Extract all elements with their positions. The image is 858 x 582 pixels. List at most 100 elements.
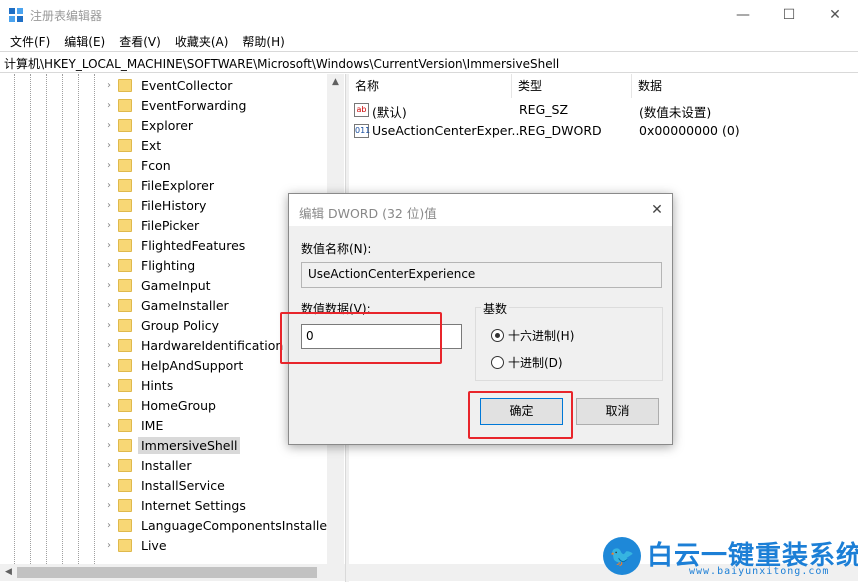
tree-item-label: GameInstaller bbox=[141, 297, 229, 313]
radio-decimal[interactable]: 十进制(D) bbox=[491, 354, 563, 370]
chevron-right-icon[interactable]: › bbox=[102, 340, 116, 351]
folder-icon bbox=[118, 138, 132, 152]
chevron-right-icon[interactable]: › bbox=[102, 520, 116, 531]
tree-item[interactable]: › FileExplorer bbox=[102, 175, 217, 195]
window-title: 注册表编辑器 bbox=[30, 9, 103, 23]
tree-item[interactable]: › LanguageComponentsInstaller bbox=[102, 515, 335, 535]
base-label: 基数 bbox=[481, 300, 510, 317]
menu-file[interactable]: 文件(F) bbox=[6, 30, 54, 50]
tree-item[interactable]: › FileHistory bbox=[102, 195, 209, 215]
tree-item[interactable]: › EventCollector bbox=[102, 75, 235, 95]
tree-guide-line bbox=[78, 74, 79, 564]
tree-item-label: HomeGroup bbox=[141, 397, 216, 413]
chevron-right-icon[interactable]: › bbox=[102, 540, 116, 551]
dialog-close-button[interactable]: ✕ bbox=[647, 200, 667, 220]
column-header-name[interactable]: 名称 bbox=[349, 74, 512, 98]
radio-hexadecimal[interactable]: 十六进制(H) bbox=[491, 327, 574, 343]
chevron-right-icon[interactable]: › bbox=[102, 80, 116, 91]
tree-item[interactable]: › Explorer bbox=[102, 115, 196, 135]
folder-icon bbox=[118, 118, 132, 132]
highlight-value-data-box bbox=[280, 312, 442, 364]
chevron-right-icon[interactable]: › bbox=[102, 460, 116, 471]
column-header-type[interactable]: 类型 bbox=[512, 74, 632, 98]
tree-item[interactable]: › FilePicker bbox=[102, 215, 202, 235]
tree-item[interactable]: › Flighting bbox=[102, 255, 198, 275]
tree-item[interactable]: › InstallService bbox=[102, 475, 228, 495]
tree-item[interactable]: › Fcon bbox=[102, 155, 174, 175]
folder-icon bbox=[118, 78, 132, 92]
menu-bar: 文件(F) 编辑(E) 查看(V) 收藏夹(A) 帮助(H) bbox=[0, 30, 858, 50]
chevron-right-icon[interactable]: › bbox=[102, 160, 116, 171]
tree-item[interactable]: › Internet Settings bbox=[102, 495, 249, 515]
tree-horizontal-scroll-thumb[interactable] bbox=[17, 567, 317, 578]
folder-icon bbox=[118, 358, 132, 372]
folder-icon bbox=[118, 418, 132, 432]
menu-edit[interactable]: 编辑(E) bbox=[60, 30, 109, 50]
tree-item[interactable]: › EventForwarding bbox=[102, 95, 249, 115]
scroll-left-arrow-icon[interactable]: ◀ bbox=[0, 564, 17, 581]
tree-item[interactable]: › Live bbox=[102, 535, 170, 555]
folder-icon bbox=[118, 538, 132, 552]
value-row-useactioncenter[interactable]: 011 UseActionCenterExper... REG_DWORD 0x… bbox=[349, 121, 858, 141]
chevron-right-icon[interactable]: › bbox=[102, 240, 116, 251]
minimize-button[interactable]: — bbox=[720, 0, 766, 30]
value-row-default[interactable]: ab (默认) REG_SZ (数值未设置) bbox=[349, 100, 858, 120]
chevron-right-icon[interactable]: › bbox=[102, 300, 116, 311]
scroll-up-arrow-icon[interactable]: ▲ bbox=[327, 74, 344, 91]
column-header-data[interactable]: 数据 bbox=[632, 74, 858, 98]
tree-item-label: FileHistory bbox=[141, 197, 207, 213]
chevron-right-icon[interactable]: › bbox=[102, 260, 116, 271]
chevron-right-icon[interactable]: › bbox=[102, 140, 116, 151]
chevron-right-icon[interactable]: › bbox=[102, 360, 116, 371]
radio-unchecked-icon[interactable] bbox=[491, 355, 504, 369]
tree-item-label: Installer bbox=[141, 457, 192, 473]
tree-item-label: Flighting bbox=[141, 257, 196, 273]
chevron-right-icon[interactable]: › bbox=[102, 220, 116, 231]
radio-checked-icon[interactable] bbox=[491, 328, 504, 342]
chevron-right-icon[interactable]: › bbox=[102, 380, 116, 391]
regedit-icon bbox=[9, 8, 23, 22]
address-bar[interactable]: 计算机\HKEY_LOCAL_MACHINE\SOFTWARE\Microsof… bbox=[0, 51, 858, 73]
folder-icon bbox=[118, 158, 132, 172]
chevron-right-icon[interactable]: › bbox=[102, 480, 116, 491]
tree-item-label: Hints bbox=[141, 377, 174, 393]
tree-item[interactable]: › Hints bbox=[102, 375, 176, 395]
tree-item[interactable]: › ImmersiveShell bbox=[102, 435, 241, 455]
menu-view[interactable]: 查看(V) bbox=[115, 30, 165, 50]
tree-item[interactable]: › Installer bbox=[102, 455, 194, 475]
chevron-right-icon[interactable]: › bbox=[102, 420, 116, 431]
tree-item-label: EventCollector bbox=[141, 77, 233, 93]
tree-item[interactable]: › GameInstaller bbox=[102, 295, 232, 315]
title-bar: 注册表编辑器 — ☐ ✕ bbox=[0, 0, 858, 30]
folder-icon bbox=[118, 198, 132, 212]
tree-item[interactable]: › Group Policy bbox=[102, 315, 222, 335]
chevron-right-icon[interactable]: › bbox=[102, 440, 116, 451]
tree-horizontal-scrollbar[interactable]: ◀ bbox=[0, 564, 345, 581]
tree-item[interactable]: › Ext bbox=[102, 135, 164, 155]
cancel-button[interactable]: 取消 bbox=[576, 398, 659, 425]
chevron-right-icon[interactable]: › bbox=[102, 120, 116, 131]
tree-item[interactable]: › GameInput bbox=[102, 275, 214, 295]
menu-help[interactable]: 帮助(H) bbox=[238, 30, 288, 50]
tree-item[interactable]: › FlightedFeatures bbox=[102, 235, 248, 255]
chevron-right-icon[interactable]: › bbox=[102, 180, 116, 191]
maximize-button[interactable]: ☐ bbox=[766, 0, 812, 30]
chevron-right-icon[interactable]: › bbox=[102, 400, 116, 411]
tree-item-label: InstallService bbox=[141, 477, 225, 493]
chevron-right-icon[interactable]: › bbox=[102, 500, 116, 511]
radio-decimal-label: 十进制(D) bbox=[508, 355, 563, 370]
chevron-right-icon[interactable]: › bbox=[102, 320, 116, 331]
tree-item[interactable]: › IME bbox=[102, 415, 166, 435]
folder-icon bbox=[118, 258, 132, 272]
folder-icon bbox=[118, 518, 132, 532]
folder-icon bbox=[118, 398, 132, 412]
close-window-button[interactable]: ✕ bbox=[812, 0, 858, 30]
menu-favorites[interactable]: 收藏夹(A) bbox=[171, 30, 233, 50]
tree-item[interactable]: › HomeGroup bbox=[102, 395, 219, 415]
tree-item[interactable]: › HardwareIdentification bbox=[102, 335, 286, 355]
chevron-right-icon[interactable]: › bbox=[102, 280, 116, 291]
tree-item-label: ImmersiveShell bbox=[138, 436, 241, 454]
chevron-right-icon[interactable]: › bbox=[102, 100, 116, 111]
chevron-right-icon[interactable]: › bbox=[102, 200, 116, 211]
tree-item[interactable]: › HelpAndSupport bbox=[102, 355, 246, 375]
